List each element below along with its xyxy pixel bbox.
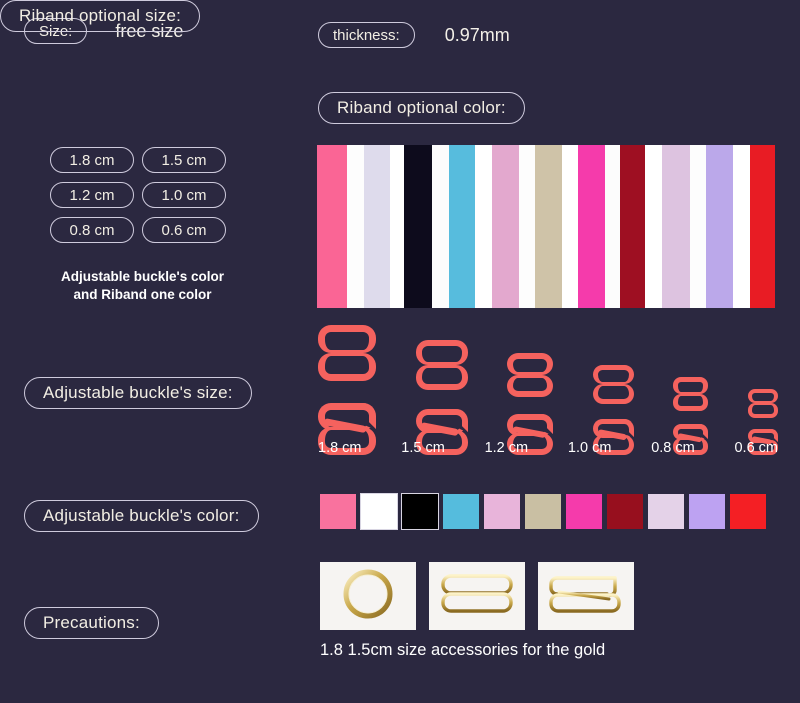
riband-color-stripe <box>705 145 734 308</box>
figure-eight-slider-icon <box>415 340 468 390</box>
riband-color-stripe <box>562 145 579 308</box>
riband-size-option[interactable]: 1.8 cm <box>50 147 134 173</box>
buckle-size-labels: 1.8 cm 1.5 cm 1.2 cm 1.0 cm 0.8 cm 0.6 cm <box>318 440 778 456</box>
buckle-color-swatch-tan[interactable] <box>525 494 561 529</box>
gold-accessory-tile-figure-eight-slider <box>429 562 525 630</box>
section-label-precautions: Precautions: <box>24 607 159 639</box>
buckle-color-swatch-periwinkle[interactable] <box>689 494 725 529</box>
riband-color-stripe <box>604 145 620 308</box>
buckle-color-swatch-dark-red[interactable] <box>607 494 643 529</box>
figure-eight-slider-icon <box>318 325 376 381</box>
riband-color-stripe <box>689 145 706 308</box>
buckle-color-swatch-magenta[interactable] <box>566 494 602 529</box>
riband-color-stripe <box>448 145 476 308</box>
riband-color-stripe <box>475 145 493 308</box>
note-line-1: Adjustable buckle's color <box>60 269 224 284</box>
buckle-size-label: 1.2 cm <box>484 440 529 456</box>
riband-color-stripe <box>749 145 775 308</box>
section-label-riband-color: Riband optional color: <box>318 92 525 124</box>
precautions-label-pill: Precautions: <box>24 607 159 639</box>
buckle-color-swatch-pink[interactable] <box>320 494 356 529</box>
buckle-color-swatch-black[interactable] <box>401 493 439 530</box>
thickness-value: 0.97mm <box>444 24 510 45</box>
riband-color-stripe <box>733 145 750 308</box>
gold-accessories-caption: 1.8 1.5cm size accessories for the gold <box>320 641 606 659</box>
riband-color-stripe <box>432 145 449 308</box>
riband-size-option[interactable]: 1.2 cm <box>50 182 134 208</box>
figure-eight-slider-icon <box>747 389 778 418</box>
gold-accessories-row <box>320 562 634 630</box>
riband-color-stripe <box>389 145 405 308</box>
buckle-size-label: 1.8 cm <box>318 440 362 456</box>
buckle-size-label: 1.0 cm <box>567 440 612 456</box>
figure-eight-slider-icon <box>673 377 709 411</box>
buckle-size-column <box>318 325 376 455</box>
buckle-size-label: 1.5 cm <box>401 440 445 456</box>
riband-color-stripe <box>404 145 433 308</box>
note-line-2: and Riband one color <box>73 286 212 302</box>
thickness-spec-row: thickness: 0.97mm <box>318 22 510 48</box>
adjustable-buckle-size-row <box>318 325 778 455</box>
buckle-color-swatch-blue[interactable] <box>443 494 479 529</box>
riband-color-stripe <box>347 145 364 308</box>
riband-color-stripe <box>518 145 535 308</box>
hook-clasp-icon <box>549 572 623 621</box>
riband-color-stripe <box>645 145 663 308</box>
riband-color-stripe <box>619 145 646 308</box>
figure-eight-slider-icon <box>440 572 514 621</box>
buckle-color-swatch-red[interactable] <box>730 494 766 529</box>
riband-color-stripe <box>578 145 605 308</box>
buckle-size-label: 0.6 cm <box>734 440 778 456</box>
color-match-note: Adjustable buckle's color and Riband one… <box>40 268 245 304</box>
riband-color-stripe <box>363 145 390 308</box>
riband-color-stripe <box>317 145 348 308</box>
buckle-color-swatch-pale-lilac[interactable] <box>648 494 684 529</box>
gold-accessory-tile-hook-clasp <box>538 562 634 630</box>
riband-color-stripe <box>492 145 519 308</box>
riband-size-option[interactable]: 0.8 cm <box>50 217 134 243</box>
buckle-color-label-pill: Adjustable buckle's color: <box>24 500 259 532</box>
adjustable-buckle-color-swatches <box>320 493 766 530</box>
thickness-label-pill: thickness: <box>318 22 415 48</box>
buckle-color-swatch-white[interactable] <box>360 493 398 530</box>
riband-color-label-pill: Riband optional color: <box>318 92 525 124</box>
buckle-color-swatch-light-pink[interactable] <box>484 494 520 529</box>
figure-eight-slider-icon <box>507 352 554 397</box>
buckle-size-column <box>415 340 468 455</box>
section-label-riband-size: Riband optional size: <box>0 0 201 32</box>
riband-color-stripe <box>662 145 690 308</box>
section-label-buckle-color: Adjustable buckle's color: <box>24 500 259 532</box>
riband-size-option[interactable]: 0.6 cm <box>142 217 226 243</box>
figure-eight-slider-icon <box>592 364 634 404</box>
riband-size-label-pill: Riband optional size: <box>0 0 201 32</box>
riband-size-options: 1.8 cm 1.5 cm 1.2 cm 1.0 cm 0.8 cm 0.6 cm <box>50 147 226 243</box>
riband-size-option[interactable]: 1.0 cm <box>142 182 226 208</box>
section-label-buckle-size: Adjustable buckle's size: <box>24 377 252 409</box>
riband-color-stripe <box>534 145 563 308</box>
gold-accessory-tile-o-ring <box>320 562 416 630</box>
riband-size-option[interactable]: 1.5 cm <box>142 147 226 173</box>
o-ring-icon <box>338 566 398 627</box>
riband-color-swatch-strip <box>317 145 775 308</box>
buckle-size-label: 0.8 cm <box>651 440 695 456</box>
buckle-size-label-pill: Adjustable buckle's size: <box>24 377 252 409</box>
